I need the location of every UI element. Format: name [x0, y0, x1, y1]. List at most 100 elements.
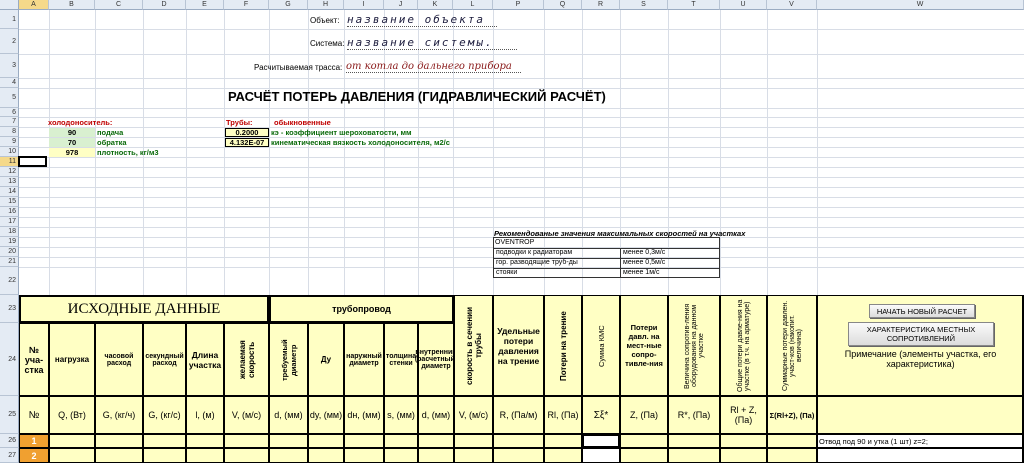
- data-cell[interactable]: [143, 448, 186, 463]
- col-header-l[interactable]: L: [453, 0, 493, 10]
- col-header-c[interactable]: C: [95, 0, 143, 10]
- col-header-p[interactable]: P: [493, 0, 544, 10]
- row-header[interactable]: 17: [0, 217, 19, 227]
- data-cell[interactable]: [582, 434, 620, 448]
- col-header-a[interactable]: A: [19, 0, 49, 10]
- row-header[interactable]: 22: [0, 267, 19, 295]
- data-cell[interactable]: [767, 448, 817, 463]
- new-calc-button[interactable]: НАЧАТЬ НОВЫЙ РАСЧЕТ: [869, 304, 975, 318]
- data-cell[interactable]: [454, 434, 493, 448]
- row-header[interactable]: 2: [0, 29, 19, 54]
- data-cell[interactable]: [668, 448, 720, 463]
- row-header[interactable]: 10: [0, 147, 19, 157]
- col-header-u[interactable]: U: [720, 0, 767, 10]
- row-header[interactable]: 25: [0, 396, 19, 434]
- return-temp-value[interactable]: 70: [49, 138, 95, 147]
- data-cell[interactable]: [49, 434, 95, 448]
- row-header[interactable]: 11: [0, 157, 19, 167]
- row-header[interactable]: 23: [0, 295, 19, 323]
- col-header-g[interactable]: G: [269, 0, 308, 10]
- select-all-corner[interactable]: [0, 0, 19, 10]
- data-cell[interactable]: [143, 434, 186, 448]
- note-cell[interactable]: [817, 448, 1024, 463]
- row-num-cell[interactable]: 2: [19, 448, 49, 463]
- data-cell[interactable]: [224, 448, 269, 463]
- row-header[interactable]: 7: [0, 117, 19, 127]
- data-cell[interactable]: [186, 448, 224, 463]
- data-cell[interactable]: [308, 448, 344, 463]
- data-cell[interactable]: [493, 434, 544, 448]
- row-header[interactable]: 4: [0, 78, 19, 88]
- row-header[interactable]: 21: [0, 257, 19, 267]
- density-value[interactable]: 978: [49, 148, 95, 157]
- row-header[interactable]: 19: [0, 237, 19, 247]
- row-header[interactable]: 9: [0, 137, 19, 147]
- row-header[interactable]: 8: [0, 127, 19, 137]
- row-header[interactable]: 1: [0, 10, 19, 29]
- data-cell[interactable]: [384, 434, 418, 448]
- data-cell[interactable]: [454, 448, 493, 463]
- row-header[interactable]: 13: [0, 177, 19, 187]
- col-header-h[interactable]: H: [308, 0, 344, 10]
- data-cell[interactable]: [269, 448, 308, 463]
- col-header-s[interactable]: S: [620, 0, 668, 10]
- row-header[interactable]: 27: [0, 448, 19, 463]
- col-header-v[interactable]: V: [767, 0, 817, 10]
- note-cell[interactable]: Отвод под 90 и утка (1 шт) z=2;: [817, 434, 1024, 448]
- row-header[interactable]: 14: [0, 187, 19, 197]
- local-resistance-button[interactable]: ХАРАКТЕРИСТИКА МЕСТНЫХ СОПРОТИВЛЕНИЙ: [848, 322, 994, 346]
- data-cell[interactable]: [344, 434, 384, 448]
- data-cell[interactable]: [95, 448, 143, 463]
- col-header-i[interactable]: I: [344, 0, 384, 10]
- col-header-r[interactable]: R: [582, 0, 620, 10]
- col-second-header: секундный расход: [143, 323, 186, 396]
- data-cell[interactable]: [49, 448, 95, 463]
- col-header-q[interactable]: Q: [544, 0, 582, 10]
- object-value[interactable]: название объекта: [347, 13, 497, 27]
- col-header-d[interactable]: D: [143, 0, 186, 10]
- data-cell[interactable]: [493, 448, 544, 463]
- row-header[interactable]: 15: [0, 197, 19, 207]
- row-header[interactable]: 20: [0, 247, 19, 257]
- row-header[interactable]: 6: [0, 108, 19, 117]
- col-header-j[interactable]: J: [384, 0, 418, 10]
- data-cell[interactable]: [720, 448, 767, 463]
- data-cell[interactable]: [582, 448, 620, 463]
- row-header[interactable]: 24: [0, 323, 19, 396]
- data-cell[interactable]: [308, 434, 344, 448]
- col-header-b[interactable]: B: [49, 0, 95, 10]
- row-header[interactable]: 18: [0, 227, 19, 237]
- row-header[interactable]: 16: [0, 207, 19, 217]
- data-cell[interactable]: [418, 434, 454, 448]
- data-cell[interactable]: [767, 434, 817, 448]
- system-value[interactable]: название системы.: [347, 36, 517, 50]
- data-cell[interactable]: [418, 448, 454, 463]
- data-cell[interactable]: [269, 434, 308, 448]
- data-cell[interactable]: [544, 448, 582, 463]
- supply-temp-value[interactable]: 90: [49, 128, 95, 137]
- data-cell[interactable]: [224, 434, 269, 448]
- data-cell[interactable]: [668, 434, 720, 448]
- route-value[interactable]: от котла до дальнего прибора: [346, 61, 521, 73]
- data-cell[interactable]: [186, 434, 224, 448]
- roughness-value[interactable]: 0.2000: [225, 128, 269, 137]
- col-header-f[interactable]: F: [224, 0, 269, 10]
- active-cell[interactable]: [18, 156, 47, 167]
- data-cell[interactable]: [344, 448, 384, 463]
- data-cell[interactable]: [620, 448, 668, 463]
- data-cell[interactable]: [720, 434, 767, 448]
- data-cell[interactable]: [95, 434, 143, 448]
- row-header[interactable]: 3: [0, 54, 19, 78]
- data-cell[interactable]: [384, 448, 418, 463]
- col-header-k[interactable]: K: [418, 0, 453, 10]
- col-header-w[interactable]: W: [817, 0, 1024, 10]
- col-header-e[interactable]: E: [186, 0, 224, 10]
- row-header[interactable]: 5: [0, 88, 19, 108]
- data-cell[interactable]: [544, 434, 582, 448]
- row-num-cell[interactable]: 1: [19, 434, 49, 448]
- data-cell[interactable]: [620, 434, 668, 448]
- viscosity-value[interactable]: 4.132E-07: [225, 138, 269, 147]
- row-header[interactable]: 26: [0, 434, 19, 448]
- col-header-t[interactable]: T: [668, 0, 720, 10]
- row-header[interactable]: 12: [0, 167, 19, 177]
